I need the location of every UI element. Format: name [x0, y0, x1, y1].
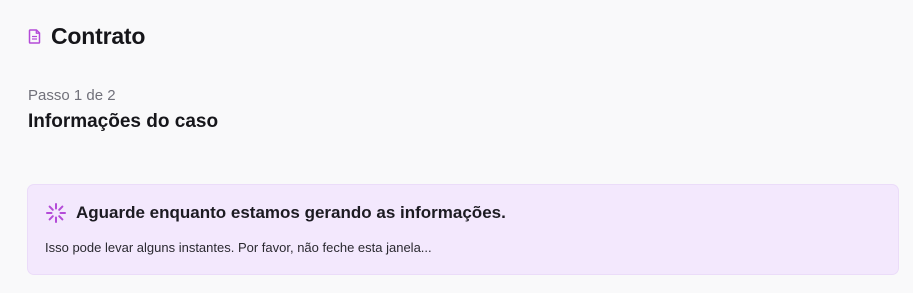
loading-spinner-icon: [45, 202, 67, 224]
step-title: Informações do caso: [28, 111, 219, 132]
step-indicator: Passo 1 de 2: [28, 87, 116, 104]
notice-header: Aguarde enquanto estamos gerando as info…: [45, 202, 506, 224]
notice-title: Aguarde enquanto estamos gerando as info…: [76, 203, 506, 222]
page-header: Contrato: [28, 21, 145, 51]
loading-notice: Aguarde enquanto estamos gerando as info…: [27, 184, 899, 275]
page-title: Contrato: [51, 22, 146, 49]
notice-message: Isso pode levar alguns instantes. Por fa…: [45, 240, 432, 255]
document-icon: [28, 28, 41, 44]
